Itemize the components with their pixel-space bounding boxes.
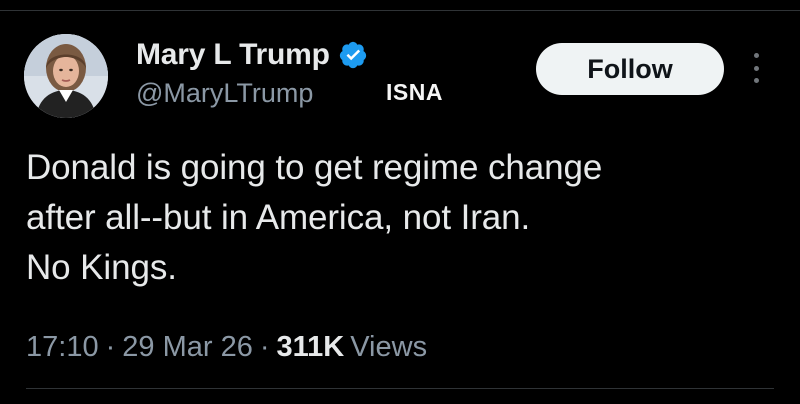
handle[interactable]: @MaryLTrump	[136, 77, 313, 109]
top-divider	[0, 10, 800, 11]
follow-button[interactable]: Follow	[536, 43, 724, 95]
avatar[interactable]	[24, 34, 108, 118]
tweet-meta: 17:10 · 29 Mar 26 · 311K Views	[26, 327, 427, 367]
bottom-divider	[26, 388, 774, 389]
tweet-line: No Kings.	[26, 248, 177, 287]
meta-separator: ·	[105, 331, 116, 363]
tweet-line: Donald is going to get regime change	[26, 148, 603, 187]
more-dot	[753, 53, 759, 58]
tweet-date[interactable]: 29 Mar 26	[122, 327, 253, 367]
meta-separator: ·	[259, 331, 270, 363]
tweet-time[interactable]: 17:10	[26, 327, 99, 367]
verified-badge-icon[interactable]	[338, 40, 368, 70]
more-vertical-icon[interactable]	[746, 50, 766, 86]
views-label: Views	[350, 331, 428, 363]
tweet-card: Mary L Trump @MaryLTrump ISNA Follow Don…	[0, 0, 800, 404]
more-dot	[753, 65, 759, 71]
display-name[interactable]: Mary L Trump	[136, 37, 330, 73]
display-name-row: Mary L Trump	[136, 37, 368, 73]
profile-photo-icon	[24, 34, 108, 118]
tweet-text: Donald is going to get regime change aft…	[26, 143, 766, 293]
isna-watermark: ISNA	[386, 79, 443, 105]
more-dot	[753, 78, 759, 83]
tweet-line: after all--but in America, not Iran.	[26, 198, 531, 237]
handle-row: @MaryLTrump	[136, 77, 313, 109]
views-count[interactable]: 311K	[277, 327, 345, 367]
